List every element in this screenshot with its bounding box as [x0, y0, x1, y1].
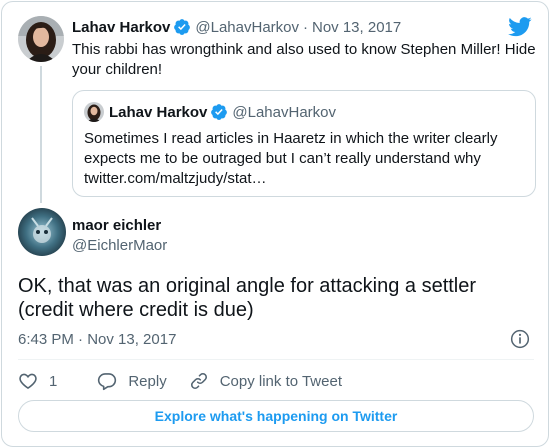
reply-icon	[98, 373, 117, 391]
tweet-embed-card: Lahav Harkov @LahavHarkov · Nov 13, 2017…	[1, 1, 549, 447]
reply-label: Reply	[128, 372, 167, 390]
main-text-line: OK, that was an original angle for attac…	[18, 275, 477, 297]
quoted-text-line: Sometimes I read articles in Haaretz in …	[84, 130, 498, 147]
parent-author-avatar[interactable]	[18, 16, 64, 62]
quoted-tweet[interactable]: Lahav Harkov @LahavHarkov Sometimes I re…	[72, 90, 536, 197]
quoted-tweet-header: Lahav Harkov @LahavHarkov	[109, 102, 336, 122]
main-author-handle[interactable]: @EichlerMaor	[72, 237, 167, 254]
quoted-text-link[interactable]: twitter.com/maltzjudy/stat…	[84, 169, 524, 189]
reply-button[interactable]: Reply	[97, 371, 167, 391]
like-button[interactable]: 1	[18, 371, 57, 391]
verified-badge-icon	[211, 104, 228, 120]
parent-tweet-date[interactable]: Nov 13, 2017	[312, 19, 401, 36]
twitter-bird-icon[interactable]	[508, 16, 532, 38]
main-tweet-text: OK, that was an original angle for attac…	[18, 274, 538, 322]
quoted-tweet-text: Sometimes I read articles in Haaretz in …	[84, 129, 524, 189]
main-text-line: (credit where credit is due)	[18, 299, 254, 321]
parent-author-handle[interactable]: @LahavHarkov	[195, 19, 299, 36]
parent-author-name[interactable]: Lahav Harkov	[72, 19, 170, 36]
copy-link-button[interactable]: Copy link to Tweet	[189, 371, 342, 391]
quoted-author-name: Lahav Harkov	[109, 103, 208, 121]
link-icon	[190, 373, 207, 389]
main-author-name[interactable]: maor eichler	[72, 217, 161, 234]
thread-connector-line	[40, 66, 42, 203]
tweet-actions: 1 Reply Copy link to Tweet	[18, 370, 342, 392]
main-author-avatar[interactable]	[18, 208, 66, 256]
copy-link-label: Copy link to Tweet	[219, 372, 342, 390]
like-count: 1	[49, 372, 58, 390]
quoted-author-avatar	[84, 102, 104, 122]
quoted-text-line: expects me to be outraged but I can’t re…	[84, 150, 481, 167]
parent-tweet-header: Lahav Harkov @LahavHarkov · Nov 13, 2017	[72, 16, 401, 38]
quoted-author-handle: @LahavHarkov	[232, 103, 336, 121]
tweet-timestamp[interactable]: 6:43 PM · Nov 13, 2017	[18, 331, 176, 348]
divider	[18, 359, 534, 360]
info-icon[interactable]	[510, 329, 530, 349]
verified-badge-icon	[174, 19, 191, 35]
heart-icon	[19, 373, 37, 390]
header-separator: ·	[303, 18, 308, 36]
parent-tweet-text: This rabbi has wrongthink and also used …	[72, 41, 536, 78]
explore-twitter-button[interactable]: Explore what's happening on Twitter	[18, 400, 534, 432]
